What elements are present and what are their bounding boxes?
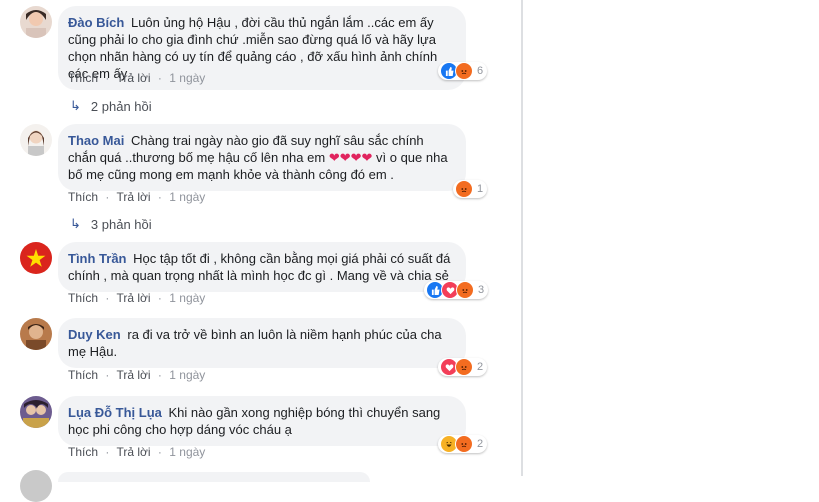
timestamp[interactable]: 1 ngày [169,291,205,305]
reply-link[interactable]: Trả lời [116,291,150,305]
reaction-count: 2 [477,438,484,450]
comment-bubble: Tình Trần Học tập tốt đi , không cần bằn… [58,242,466,292]
angry-reaction-icon [455,62,473,80]
reaction-count: 3 [478,284,485,296]
angry-reaction-icon [455,358,473,376]
like-link[interactable]: Thích [68,291,98,305]
reaction-count: 1 [477,183,484,195]
replies-count[interactable]: 2 phản hồi [91,99,152,114]
like-link[interactable]: Thích [68,71,98,85]
timestamp[interactable]: 1 ngày [169,190,205,204]
comment-author[interactable]: Đào Bích [68,15,124,30]
like-link[interactable]: Thích [68,190,98,204]
reply-arrow-icon: ↳ [70,216,81,231]
reply-link[interactable]: Trả lời [116,71,150,85]
angry-reaction-icon [455,180,473,198]
avatar[interactable] [20,470,52,502]
reaction-summary[interactable]: 6 [438,62,488,80]
reaction-summary[interactable]: 1 [453,180,488,198]
reaction-count: 6 [477,65,484,77]
reply-link[interactable]: Trả lời [116,445,150,459]
right-pane [523,0,819,476]
view-replies-link[interactable]: ↳ 3 phản hồi [70,216,152,232]
comment-actions: Thích · Trả lời · 1 ngày [68,71,206,85]
reaction-summary[interactable]: 2 [438,435,488,453]
reaction-count: 2 [477,361,484,373]
like-link[interactable]: Thích [68,445,98,459]
comment-text: ra đi va trở về bình an luôn là niềm hạn… [68,327,442,359]
heart-emoji-icon: ❤❤❤❤ [328,150,373,165]
comment-bubble: Thao Mai Chàng trai ngày nào gio đã suy … [58,124,466,191]
reply-link[interactable]: Trả lời [116,368,150,382]
comment-bubble [58,472,370,482]
comments-feed: Đào Bích Luôn ủng hộ Hậu , đời cầu thủ n… [0,0,521,502]
angry-reaction-icon [456,281,474,299]
comment-bubble: Duy Ken ra đi va trở về bình an luôn là … [58,318,466,368]
reaction-summary[interactable]: 2 [438,358,488,376]
avatar[interactable] [20,6,52,38]
avatar[interactable] [20,318,52,350]
comment-actions: Thích · Trả lời · 1 ngày [68,445,206,459]
replies-count[interactable]: 3 phản hồi [91,217,152,232]
comment-actions: Thích · Trả lời · 1 ngày [68,291,206,305]
comment-author[interactable]: Thao Mai [68,133,124,148]
comment-author[interactable]: Lụa Đỗ Thị Lụa [68,405,162,420]
reply-link[interactable]: Trả lời [116,190,150,204]
comment-bubble: Lụa Đỗ Thị Lụa Khi nào gần xong nghiệp b… [58,396,466,446]
comment-author[interactable]: Tình Trần [68,251,127,266]
comment-author[interactable]: Duy Ken [68,327,121,342]
like-link[interactable]: Thích [68,368,98,382]
angry-reaction-icon [455,435,473,453]
timestamp[interactable]: 1 ngày [169,368,205,382]
view-replies-link[interactable]: ↳ 2 phản hồi [70,98,152,114]
comment-actions: Thích · Trả lời · 1 ngày [68,368,206,382]
timestamp[interactable]: 1 ngày [169,445,205,459]
avatar[interactable] [20,396,52,428]
reply-arrow-icon: ↳ [70,98,81,113]
avatar[interactable] [20,242,52,274]
timestamp[interactable]: 1 ngày [169,71,205,85]
reaction-summary[interactable]: 3 [424,281,489,299]
avatar[interactable] [20,124,52,156]
comment-actions: Thích · Trả lời · 1 ngày [68,190,206,204]
